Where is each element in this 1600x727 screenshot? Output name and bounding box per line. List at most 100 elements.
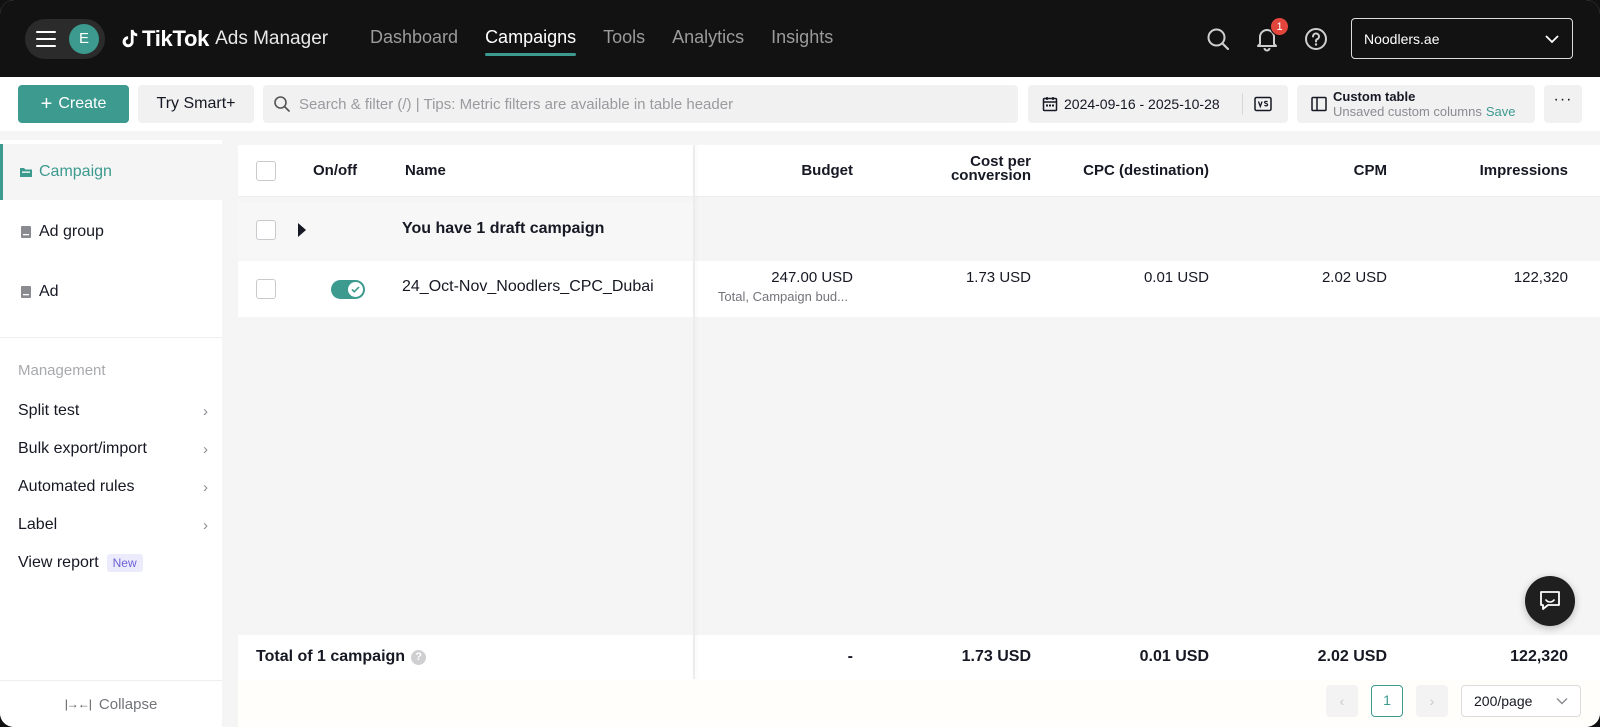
sidebar-item-label: Bulk export/import [18,440,147,457]
sidebar-item-label-menu[interactable]: Label › [18,516,208,534]
column-header-cpm[interactable]: CPM [1238,162,1387,179]
create-label: Create [58,95,107,112]
help-icon[interactable]: ? [411,649,427,665]
custom-table-button[interactable]: Custom table Unsaved custom columns Save [1297,85,1535,123]
sidebar-item-split-test[interactable]: Split test › [18,402,208,420]
sidebar-item-bulk-export-import[interactable]: Bulk export/import › [18,440,208,458]
column-header-budget[interactable]: Budget [738,162,853,179]
columns-icon [1311,96,1327,112]
nav-analytics[interactable]: Analytics [672,27,744,48]
chat-support-button[interactable] [1525,576,1575,626]
avatar[interactable]: E [69,24,99,54]
hamburger-icon[interactable] [36,31,56,47]
row-checkbox[interactable] [256,220,276,240]
compare-vs-icon[interactable] [1254,96,1272,112]
help-icon[interactable] [1303,26,1329,52]
unsaved-columns-text: Unsaved custom columns [1333,104,1482,119]
search-icon [274,96,290,112]
chevron-right-icon: › [203,402,208,420]
collapse-icon: |→←| [64,697,92,711]
frozen-column-divider [693,145,695,683]
create-button[interactable]: + Create [18,85,129,123]
app-window: E TikTok Ads Manager Dashboard Campaigns… [0,0,1600,727]
search-icon[interactable] [1205,26,1231,52]
management-heading: Management [18,362,106,379]
check-icon [351,286,360,293]
notification-badge[interactable]: 1 [1270,17,1289,36]
nav-insights[interactable]: Insights [771,27,833,48]
chevron-down-icon [1545,34,1559,43]
sidebar-item-label: Split test [18,402,80,419]
total-cost-per-conversion: 1.73 USD [961,648,1031,665]
column-header-cpc[interactable]: CPC (destination) [1038,162,1209,179]
more-options-button[interactable]: ··· [1544,85,1582,123]
date-range-value: 2024-09-16 - 2025-10-28 [1064,96,1220,112]
sidebar-item-view-report[interactable]: View report New [18,554,208,572]
date-range-picker[interactable]: 2024-09-16 - 2025-10-28 [1028,85,1288,123]
sidebar-item-label: Campaign [39,163,112,180]
cell-budget-note: Total, Campaign bud... [717,289,848,304]
brand-name: TikTok [142,26,210,51]
total-label-text: Total of 1 campaign [256,648,406,665]
chevron-right-icon: › [203,478,208,496]
calendar-icon [1042,97,1058,112]
collapse-sidebar-button[interactable]: |→←| Collapse [0,680,222,727]
tiktok-logo-icon [122,29,138,48]
sidebar-item-label: Automated rules [18,478,135,495]
column-header-onoff[interactable]: On/off [313,162,357,179]
column-header-impressions[interactable]: Impressions [1418,162,1568,179]
ad-group-icon [21,226,31,238]
sidebar-item-ad[interactable]: Ad [0,264,222,320]
sidebar-item-label: Ad [39,283,59,300]
chat-icon [1540,591,1560,610]
total-label: Total of 1 campaign ? [256,648,427,666]
select-all-checkbox[interactable] [256,161,276,181]
nav-campaigns[interactable]: Campaigns [485,27,577,56]
top-navigation-bar: E TikTok Ads Manager Dashboard Campaigns… [0,0,1600,77]
campaign-name-link[interactable]: 24_Oct-Nov_Noodlers_CPC_Dubai [402,278,654,296]
page-size-value: 200/page [1474,693,1533,709]
total-impressions: 122,320 [1510,648,1568,665]
account-menu-button[interactable]: E [25,19,105,59]
prev-page-button[interactable]: ‹ [1326,685,1358,717]
expand-caret-icon[interactable] [298,223,306,237]
column-header-name[interactable]: Name [405,162,446,179]
next-page-button[interactable]: › [1416,685,1448,717]
cell-budget: 247.00 USD [771,269,853,286]
tiktok-ads-manager-logo[interactable]: TikTok Ads Manager [118,23,328,55]
table-row[interactable]: 24_Oct-Nov_Noodlers_CPC_Dubai 247.00 USD… [238,261,1600,317]
header-line: conversion [950,167,1031,184]
nav-dashboard[interactable]: Dashboard [370,27,458,48]
sidebar-item-label: Label [18,516,58,533]
cell-cpc: 0.01 USD [1143,269,1209,286]
plus-icon: + [40,93,53,115]
try-smart-plus-button[interactable]: Try Smart+ [138,85,254,123]
total-budget: - [847,648,853,665]
page-size-select[interactable]: 200/page [1461,685,1581,717]
chevron-right-icon: › [203,440,208,458]
cell-cpm: 2.02 USD [1321,269,1387,286]
draft-campaign-row[interactable]: You have 1 draft campaign [238,202,1600,258]
sidebar-item-campaign[interactable]: Campaign [0,144,222,200]
draft-campaign-text[interactable]: You have 1 draft campaign [402,220,604,238]
chevron-down-icon [1556,698,1568,705]
page-1-button[interactable]: 1 [1371,685,1403,717]
column-header-cost-per-conversion[interactable]: Cost per conversion [888,154,1031,184]
campaign-status-toggle[interactable] [331,280,365,299]
row-checkbox[interactable] [256,279,276,299]
nav-tools[interactable]: Tools [603,27,645,48]
total-cpc: 0.01 USD [1139,648,1209,665]
table-empty-area [238,317,1600,635]
search-filter-box[interactable] [263,85,1018,123]
sidebar-item-label: View report [18,554,99,571]
sidebar-item-automated-rules[interactable]: Automated rules › [18,478,208,496]
account-selector[interactable]: Noodlers.ae [1351,18,1573,59]
divider [0,337,222,338]
total-cpm: 2.02 USD [1317,648,1387,665]
search-input[interactable] [299,95,999,113]
sidebar-item-ad-group[interactable]: Ad group [0,204,222,260]
save-link[interactable]: Save [1486,104,1516,119]
cell-cost-per-conversion: 1.73 USD [965,269,1031,286]
chevron-right-icon: › [203,516,208,534]
toggle-knob [348,282,363,297]
